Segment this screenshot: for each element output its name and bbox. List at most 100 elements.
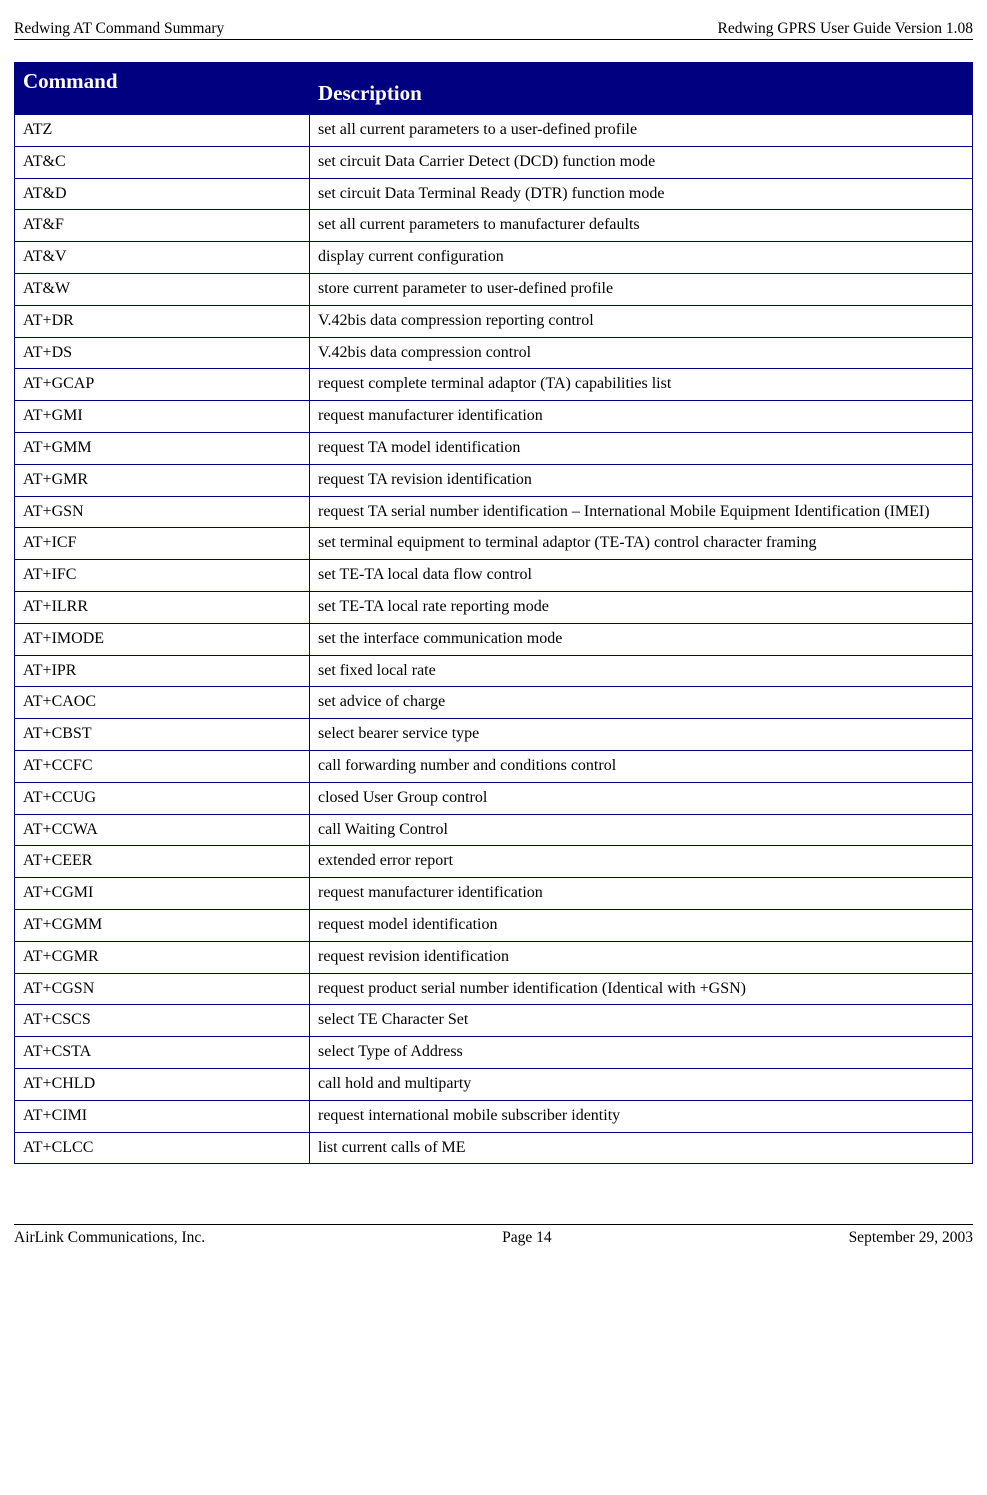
cell-description: V.42bis data compression control <box>310 337 973 369</box>
cell-command: AT+GMR <box>15 464 310 496</box>
table-row: AT&Cset circuit Data Carrier Detect (DCD… <box>15 146 973 178</box>
cell-description: select Type of Address <box>310 1037 973 1069</box>
cell-description: set all current parameters to a user-def… <box>310 115 973 147</box>
cell-command: AT&F <box>15 210 310 242</box>
cell-description: request international mobile subscriber … <box>310 1100 973 1132</box>
table-row: AT+DRV.42bis data compression reporting … <box>15 305 973 337</box>
page-header: Redwing AT Command Summary Redwing GPRS … <box>14 20 973 40</box>
table-row: AT+GMIrequest manufacturer identificatio… <box>15 401 973 433</box>
page-footer: AirLink Communications, Inc. Page 14 Sep… <box>14 1224 973 1247</box>
table-row: AT+GMRrequest TA revision identification <box>15 464 973 496</box>
cell-description: set fixed local rate <box>310 655 973 687</box>
table-row: AT+IMODEset the interface communication … <box>15 623 973 655</box>
cell-command: AT+CGMI <box>15 878 310 910</box>
cell-command: AT+CGMM <box>15 909 310 941</box>
cell-command: AT+ICF <box>15 528 310 560</box>
table-row: AT+CEERextended error report <box>15 846 973 878</box>
cell-command: AT+GMI <box>15 401 310 433</box>
cell-description: select TE Character Set <box>310 1005 973 1037</box>
cell-description: request manufacturer identification <box>310 401 973 433</box>
cell-command: AT+CCUG <box>15 782 310 814</box>
cell-description: request TA revision identification <box>310 464 973 496</box>
cell-description: set TE-TA local rate reporting mode <box>310 591 973 623</box>
cell-description: set circuit Data Carrier Detect (DCD) fu… <box>310 146 973 178</box>
at-command-table: Command Description ATZset all current p… <box>14 62 973 1164</box>
table-row: AT+DSV.42bis data compression control <box>15 337 973 369</box>
cell-description: request complete terminal adaptor (TA) c… <box>310 369 973 401</box>
table-row: AT&Vdisplay current configuration <box>15 242 973 274</box>
table-row: AT+CGMRrequest revision identification <box>15 941 973 973</box>
cell-description: select bearer service type <box>310 719 973 751</box>
table-row: AT&Wstore current parameter to user-defi… <box>15 273 973 305</box>
cell-command: AT+CLCC <box>15 1132 310 1164</box>
column-header-description: Description <box>310 63 973 115</box>
table-row: AT+ICFset terminal equipment to terminal… <box>15 528 973 560</box>
cell-description: set circuit Data Terminal Ready (DTR) fu… <box>310 178 973 210</box>
table-row: AT+CBSTselect bearer service type <box>15 719 973 751</box>
table-row: AT+CGSNrequest product serial number ide… <box>15 973 973 1005</box>
footer-center: Page 14 <box>502 1229 552 1247</box>
table-row: AT+ILRRset TE-TA local rate reporting mo… <box>15 591 973 623</box>
table-row: AT+CLCClist current calls of ME <box>15 1132 973 1164</box>
cell-description: set the interface communication mode <box>310 623 973 655</box>
cell-command: AT+ILRR <box>15 591 310 623</box>
cell-description: store current parameter to user-defined … <box>310 273 973 305</box>
footer-left: AirLink Communications, Inc. <box>14 1229 205 1247</box>
header-right: Redwing GPRS User Guide Version 1.08 <box>718 20 973 38</box>
cell-description: set all current parameters to manufactur… <box>310 210 973 242</box>
table-row: AT+CCUGclosed User Group control <box>15 782 973 814</box>
table-row: AT+CCFCcall forwarding number and condit… <box>15 750 973 782</box>
cell-description: request product serial number identifica… <box>310 973 973 1005</box>
table-row: AT+IPRset fixed local rate <box>15 655 973 687</box>
table-row: AT+GSNrequest TA serial number identific… <box>15 496 973 528</box>
footer-right: September 29, 2003 <box>849 1229 973 1247</box>
table-row: AT+CGMMrequest model identification <box>15 909 973 941</box>
table-row: AT+GMMrequest TA model identification <box>15 432 973 464</box>
cell-description: V.42bis data compression reporting contr… <box>310 305 973 337</box>
cell-command: AT+DR <box>15 305 310 337</box>
table-row: AT+CSCSselect TE Character Set <box>15 1005 973 1037</box>
cell-description: set TE-TA local data flow control <box>310 560 973 592</box>
header-left: Redwing AT Command Summary <box>14 20 224 38</box>
cell-command: AT+IMODE <box>15 623 310 655</box>
cell-command: AT+IFC <box>15 560 310 592</box>
cell-description: request manufacturer identification <box>310 878 973 910</box>
cell-command: AT&V <box>15 242 310 274</box>
cell-description: request TA serial number identification … <box>310 496 973 528</box>
cell-command: AT&C <box>15 146 310 178</box>
cell-description: request revision identification <box>310 941 973 973</box>
table-row: AT&Fset all current parameters to manufa… <box>15 210 973 242</box>
cell-description: call hold and multiparty <box>310 1068 973 1100</box>
table-row: AT+CAOCset advice of charge <box>15 687 973 719</box>
cell-description: closed User Group control <box>310 782 973 814</box>
cell-command: AT+CHLD <box>15 1068 310 1100</box>
table-header-row: Command Description <box>15 63 973 115</box>
cell-command: AT+CSCS <box>15 1005 310 1037</box>
cell-command: AT+CIMI <box>15 1100 310 1132</box>
cell-command: AT+GCAP <box>15 369 310 401</box>
cell-description: extended error report <box>310 846 973 878</box>
table-row: AT+CSTAselect Type of Address <box>15 1037 973 1069</box>
cell-description: display current configuration <box>310 242 973 274</box>
cell-command: AT+GMM <box>15 432 310 464</box>
table-row: AT+IFCset TE-TA local data flow control <box>15 560 973 592</box>
cell-command: ATZ <box>15 115 310 147</box>
cell-description: call Waiting Control <box>310 814 973 846</box>
cell-description: set advice of charge <box>310 687 973 719</box>
cell-command: AT+IPR <box>15 655 310 687</box>
cell-command: AT+CBST <box>15 719 310 751</box>
cell-command: AT+CCFC <box>15 750 310 782</box>
cell-command: AT+CAOC <box>15 687 310 719</box>
column-header-command: Command <box>15 63 310 115</box>
cell-command: AT+DS <box>15 337 310 369</box>
cell-command: AT+CSTA <box>15 1037 310 1069</box>
cell-description: set terminal equipment to terminal adapt… <box>310 528 973 560</box>
cell-description: request model identification <box>310 909 973 941</box>
cell-description: request TA model identification <box>310 432 973 464</box>
cell-description: list current calls of ME <box>310 1132 973 1164</box>
cell-command: AT+CGSN <box>15 973 310 1005</box>
table-row: AT&Dset circuit Data Terminal Ready (DTR… <box>15 178 973 210</box>
table-row: AT+GCAPrequest complete terminal adaptor… <box>15 369 973 401</box>
cell-command: AT&D <box>15 178 310 210</box>
cell-description: call forwarding number and conditions co… <box>310 750 973 782</box>
